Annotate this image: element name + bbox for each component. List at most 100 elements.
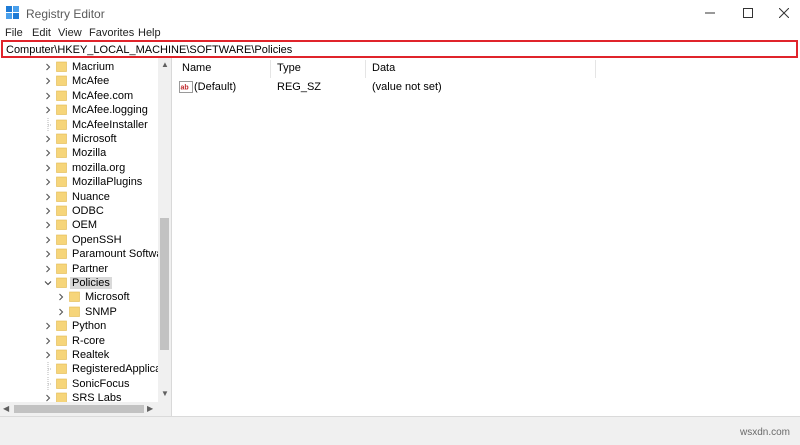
registry-editor-icon [6,6,19,19]
chevron-right-icon[interactable] [44,178,52,186]
svg-text:ab: ab [181,85,189,92]
menu-edit[interactable]: Edit [32,27,51,39]
tree-line-icon [47,376,52,391]
chevron-right-icon[interactable] [57,293,65,301]
folder-icon [56,119,67,130]
tree-item[interactable]: MozillaPlugins [0,175,160,189]
tree-item-label: Python [72,320,107,333]
tree-item-label: SonicFocus [72,377,130,390]
chevron-right-icon[interactable] [44,63,52,71]
tree-item[interactable]: Partner [0,262,160,276]
column-divider[interactable] [270,60,271,78]
chevron-right-icon[interactable] [57,308,65,316]
chevron-right-icon[interactable] [44,149,52,157]
folder-icon [56,320,67,331]
tree-item[interactable]: Paramount Software [0,247,171,261]
tree-vertical-scrollbar[interactable]: ▲ ▼ [158,58,171,402]
chevron-right-icon[interactable] [44,193,52,201]
value-data: (value not set) [372,81,442,93]
folder-icon [56,61,67,72]
menu-view[interactable]: View [58,27,82,39]
tree-item[interactable]: McAfee [0,74,160,88]
column-header-type[interactable]: Type [277,62,301,74]
tree-horizontal-scroll-thumb[interactable] [14,405,144,413]
chevron-right-icon[interactable] [44,221,52,229]
tree-item[interactable]: Nuance [0,190,160,204]
tree-item-label: Realtek [72,349,110,361]
values-list-pane[interactable]: Name Type Data ab (Default) REG_SZ (valu… [175,58,800,416]
chevron-right-icon[interactable] [44,77,52,85]
chevron-right-icon[interactable] [44,164,52,172]
tree-item[interactable]: Policies [0,276,160,290]
tree-item-label: R-core [72,334,106,347]
chevron-right-icon[interactable] [44,265,52,273]
folder-icon [69,306,80,317]
chevron-right-icon[interactable] [44,394,52,402]
tree-item[interactable]: Macrium [0,60,160,74]
tree-item[interactable]: Microsoft [0,290,160,304]
scroll-down-icon[interactable]: ▼ [161,390,169,398]
address-path[interactable]: Computer\HKEY_LOCAL_MACHINE\SOFTWARE\Pol… [6,44,292,56]
chevron-down-icon[interactable] [44,279,52,287]
close-button[interactable] [764,0,800,26]
tree-item[interactable]: OpenSSH [0,233,160,247]
tree-horizontal-scrollbar[interactable]: ◀ ▶ [0,402,171,416]
watermark-text: wsxdn.com [739,427,790,438]
chevron-right-icon[interactable] [44,337,52,345]
column-header-data[interactable]: Data [372,62,395,74]
tree-item[interactable]: Mozilla [0,146,160,160]
tree-vertical-scroll-thumb[interactable] [160,218,169,350]
column-divider[interactable] [595,60,596,78]
tree-item[interactable]: Python [0,319,160,333]
tree-item-label: OpenSSH [72,233,122,246]
chevron-right-icon[interactable] [44,322,52,330]
chevron-right-icon[interactable] [44,250,52,258]
maximize-icon [743,8,753,18]
tree-item-label: ODBC [72,205,104,217]
chevron-right-icon[interactable] [44,92,52,100]
chevron-right-icon[interactable] [44,135,52,143]
tree-item[interactable]: McAfee.com [0,89,160,103]
chevron-right-icon[interactable] [44,207,52,215]
menu-help[interactable]: Help [138,27,161,39]
tree-item[interactable]: McAfee.logging [0,103,160,117]
tree-item[interactable]: OEM [0,218,160,232]
minimize-button[interactable] [690,0,730,26]
folder-icon [56,205,67,216]
tree-item[interactable]: mozilla.org [0,161,160,175]
title-bar: Registry Editor [0,0,800,26]
column-header-name[interactable]: Name [182,62,211,74]
scroll-up-icon[interactable]: ▲ [161,61,169,69]
maximize-button[interactable] [728,0,768,26]
tree-item-label: Macrium [72,61,115,73]
tree-item-label: Mozilla [72,147,107,160]
value-row[interactable]: ab (Default) REG_SZ (value not set) [175,80,595,94]
tree-item-label: Partner [72,262,109,275]
tree-item[interactable]: RegisteredApplicati [0,362,167,377]
chevron-right-icon[interactable] [44,236,52,244]
tree-item-label: SNMP [85,305,117,318]
key-tree-pane[interactable]: Macrium McAfee McAfee.com McAfee.logging McA… [0,58,172,416]
scroll-left-icon[interactable]: ◀ [3,405,9,413]
column-divider[interactable] [365,60,366,78]
tree-item[interactable]: Realtek [0,348,160,362]
tree-item[interactable]: R-core [0,334,160,348]
menu-bar: File Edit View Favorites Help [0,26,800,40]
tree-item-label: Policies [70,277,112,289]
chevron-right-icon[interactable] [44,351,52,359]
tree-item-label: McAfee.logging [72,104,148,117]
address-bar[interactable]: Computer\HKEY_LOCAL_MACHINE\SOFTWARE\Pol… [1,40,798,58]
string-value-icon: ab [179,81,193,93]
scroll-right-icon[interactable]: ▶ [147,405,153,413]
tree-item[interactable]: McAfeeInstaller [0,117,160,132]
tree-item[interactable]: ODBC [0,204,160,218]
chevron-right-icon[interactable] [44,106,52,114]
menu-file[interactable]: File [5,27,23,39]
menu-favorites[interactable]: Favorites [89,27,134,39]
folder-icon [56,76,67,87]
folder-icon [56,335,67,346]
value-type: REG_SZ [277,81,322,93]
tree-item[interactable]: SonicFocus [0,376,160,391]
tree-item[interactable]: SNMP [0,305,160,319]
tree-item[interactable]: Microsoft [0,132,160,146]
